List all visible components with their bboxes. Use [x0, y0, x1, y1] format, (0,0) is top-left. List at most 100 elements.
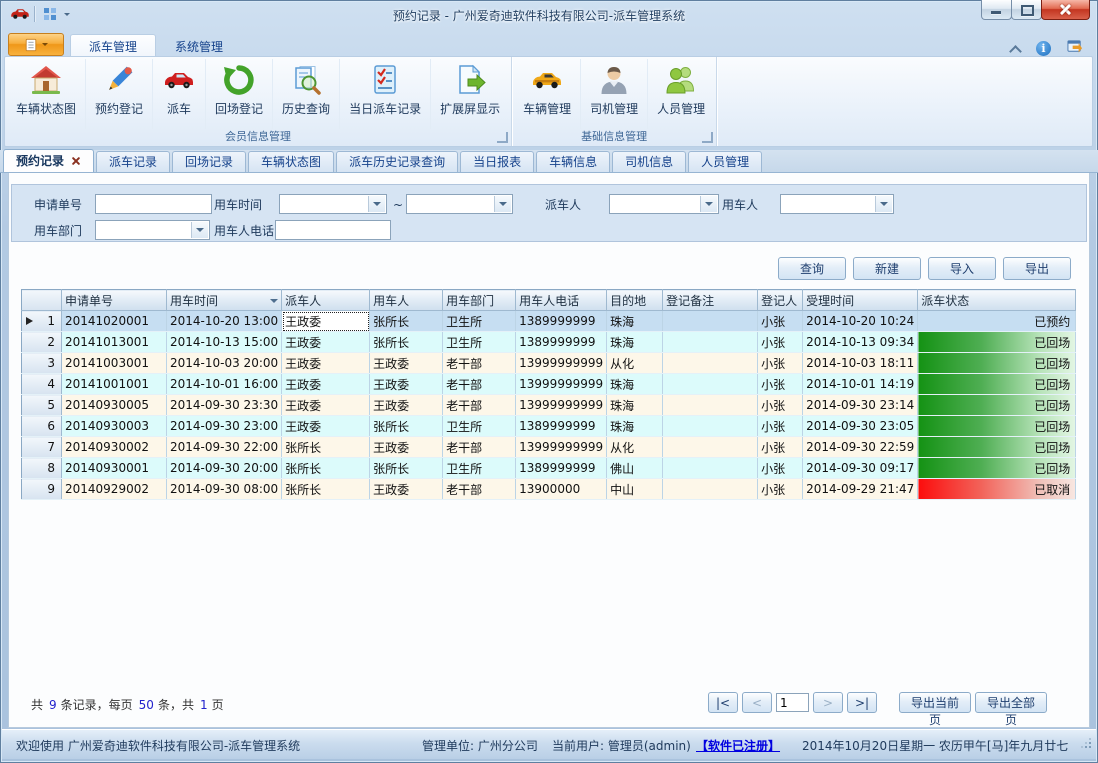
- extend-screen-button[interactable]: 扩展屏显示: [430, 59, 509, 129]
- cell-destination: 珠海: [607, 311, 663, 332]
- next-page-button[interactable]: >: [813, 692, 843, 713]
- column-header-user[interactable]: 用车人: [370, 290, 443, 311]
- row-header[interactable]: 2: [22, 332, 62, 353]
- table-row[interactable]: 4201410010012014-10-01 16:00王政委王政委老干部139…: [22, 374, 1076, 395]
- table-row[interactable]: 7201409300022014-09-30 22:00张所长王政委老干部139…: [22, 437, 1076, 458]
- doctab-vehicle-info[interactable]: 车辆信息: [536, 151, 610, 172]
- column-header-accept_time[interactable]: 受理时间: [803, 290, 918, 311]
- row-header[interactable]: 4: [22, 374, 62, 395]
- history-query-button[interactable]: 历史查询: [272, 59, 339, 129]
- collapse-ribbon-icon[interactable]: [1011, 44, 1020, 53]
- doctab-dispatch-records[interactable]: 派车记录: [96, 151, 170, 172]
- table-row[interactable]: 3201410030012014-10-03 20:00王政委王政委老干部139…: [22, 353, 1076, 374]
- minimize-icon: [991, 11, 1001, 14]
- doctab-daily-report[interactable]: 当日报表: [460, 151, 534, 172]
- row-header[interactable]: 6: [22, 416, 62, 437]
- application-menu-button[interactable]: [8, 33, 64, 56]
- reservation-register-button[interactable]: 预约登记: [85, 59, 152, 129]
- table-row[interactable]: 1201410200012014-10-20 13:00王政委张所长卫生所138…: [22, 311, 1076, 332]
- chevron-down-icon[interactable]: [875, 196, 892, 212]
- tab-dispatch-manage[interactable]: 派车管理: [70, 34, 156, 56]
- first-page-button[interactable]: |<: [708, 692, 738, 713]
- row-header[interactable]: 1: [22, 311, 62, 332]
- cell-dispatcher[interactable]: 王政委: [282, 311, 370, 332]
- prev-page-button[interactable]: <: [742, 692, 772, 713]
- dispatch-button[interactable]: 派车: [152, 59, 205, 129]
- use-time-to-combo[interactable]: [406, 194, 513, 214]
- cell-remark: [663, 395, 758, 416]
- chevron-down-icon[interactable]: [494, 196, 511, 212]
- department-combo[interactable]: [95, 220, 210, 240]
- chevron-down-icon[interactable]: [191, 222, 208, 238]
- registered-link[interactable]: 【软件已注册】: [696, 737, 780, 754]
- column-header-destination[interactable]: 目的地: [607, 290, 663, 311]
- driver-icon: [597, 63, 631, 97]
- ribbon-button-label: 当日派车记录: [349, 100, 421, 117]
- export-button[interactable]: 导出: [1003, 257, 1071, 280]
- row-header[interactable]: 5: [22, 395, 62, 416]
- return-register-button[interactable]: 回场登记: [205, 59, 272, 129]
- dialog-launcher-icon[interactable]: [702, 132, 713, 143]
- row-header[interactable]: 3: [22, 353, 62, 374]
- row-header[interactable]: 7: [22, 437, 62, 458]
- table-row[interactable]: 6201409300032014-09-30 23:00王政委张所长卫生所138…: [22, 416, 1076, 437]
- close-button[interactable]: [1041, 0, 1090, 20]
- table-row[interactable]: 8201409300012014-09-30 20:00张所长张所长卫生所138…: [22, 458, 1076, 479]
- column-header-rowheader[interactable]: [22, 290, 62, 311]
- column-header-remark[interactable]: 登记备注: [663, 290, 758, 311]
- table-row[interactable]: 9201409290022014-09-30 08:00张所长王政委老干部139…: [22, 479, 1076, 500]
- cell-user: 张所长: [370, 332, 443, 353]
- close-tab-icon[interactable]: [71, 156, 81, 166]
- table-row[interactable]: 2201410130012014-10-13 15:00王政委张所长卫生所138…: [22, 332, 1076, 353]
- row-header[interactable]: 9: [22, 479, 62, 500]
- doctab-personnel-manage[interactable]: 人员管理: [688, 151, 762, 172]
- row-header[interactable]: 8: [22, 458, 62, 479]
- cell-department: 老干部: [443, 374, 516, 395]
- export-all-pages-button[interactable]: 导出全部页: [975, 692, 1047, 713]
- chevron-down-icon[interactable]: [700, 196, 717, 212]
- resize-grip[interactable]: [1080, 737, 1092, 749]
- column-header-status[interactable]: 派车状态: [918, 290, 1076, 311]
- column-header-use_time[interactable]: 用车时间: [167, 290, 282, 311]
- user-combo[interactable]: [780, 194, 894, 214]
- maximize-button[interactable]: [1011, 0, 1042, 20]
- chevron-down-icon[interactable]: [368, 196, 385, 212]
- daily-dispatch-records-button[interactable]: 当日派车记录: [339, 59, 430, 129]
- doctab-dispatch-history-query[interactable]: 派车历史记录查询: [336, 151, 458, 172]
- column-header-dispatcher[interactable]: 派车人: [282, 290, 370, 311]
- doctab-reservation-records[interactable]: 预约记录: [3, 149, 94, 172]
- people-icon: [664, 63, 698, 97]
- doctab-vehicle-status-chart[interactable]: 车辆状态图: [248, 151, 334, 172]
- query-button[interactable]: 查询: [778, 257, 846, 280]
- menu-icon: [24, 38, 38, 52]
- import-button[interactable]: 导入: [928, 257, 996, 280]
- page-number-input[interactable]: [776, 693, 809, 712]
- phone-input[interactable]: [275, 220, 391, 240]
- new-button[interactable]: 新建: [853, 257, 921, 280]
- use-time-from-combo[interactable]: [279, 194, 387, 214]
- minimize-button[interactable]: [981, 0, 1012, 20]
- column-header-apply_no[interactable]: 申请单号: [62, 290, 167, 311]
- quick-access-toolbar-icon[interactable]: [42, 6, 76, 23]
- vehicle-status-chart-button[interactable]: 车辆状态图: [7, 59, 85, 129]
- dispatcher-combo[interactable]: [609, 194, 719, 214]
- column-header-department[interactable]: 用车部门: [443, 290, 516, 311]
- info-icon[interactable]: i: [1036, 41, 1051, 56]
- cell-apply_no: 20140930001: [62, 458, 167, 479]
- cell-registrar: 小张: [758, 479, 803, 500]
- doctab-driver-info[interactable]: 司机信息: [612, 151, 686, 172]
- last-page-button[interactable]: >|: [847, 692, 877, 713]
- cell-status: 已回场: [918, 458, 1076, 479]
- dialog-launcher-icon[interactable]: [497, 132, 508, 143]
- column-header-phone[interactable]: 用车人电话: [516, 290, 607, 311]
- personnel-manage-button[interactable]: 人员管理: [647, 59, 714, 129]
- tab-system-manage[interactable]: 系统管理: [156, 34, 242, 56]
- driver-manage-button[interactable]: 司机管理: [580, 59, 647, 129]
- table-row[interactable]: 5201409300052014-09-30 23:30王政委王政委老干部139…: [22, 395, 1076, 416]
- window-style-icon[interactable]: [1067, 38, 1084, 58]
- column-header-registrar[interactable]: 登记人: [758, 290, 803, 311]
- vehicle-manage-button[interactable]: 车辆管理: [514, 59, 580, 129]
- export-current-page-button[interactable]: 导出当前页: [899, 692, 971, 713]
- doctab-return-records[interactable]: 回场记录: [172, 151, 246, 172]
- apply-no-input[interactable]: [95, 194, 212, 214]
